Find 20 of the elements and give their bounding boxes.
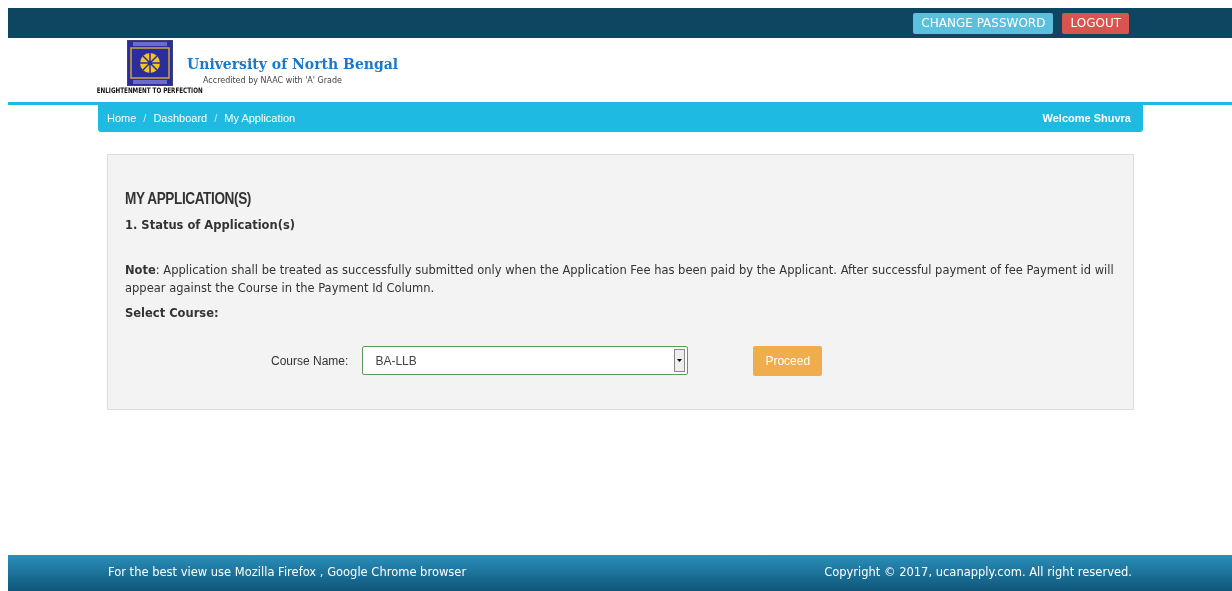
section-heading: 1. Status of Application(s) (125, 217, 297, 235)
accreditation-text: Accredited by NAAC with 'A' Grade (203, 75, 343, 87)
breadcrumb-separator: / (143, 111, 147, 127)
university-emblem-icon (127, 40, 173, 86)
welcome-text: Welcome Shuvra (1042, 111, 1131, 127)
breadcrumb-link[interactable]: My Application (224, 110, 296, 127)
course-select[interactable]: BA-LLB (362, 346, 689, 376)
breadcrumb-link[interactable]: Home (107, 110, 137, 127)
select-heading: Select Course: (125, 304, 220, 322)
logout-button[interactable]: LOGOUT (1062, 12, 1129, 34)
page-title: MY APPLICATION(S) (125, 189, 252, 210)
breadcrumb-link[interactable]: Dashboard (153, 110, 208, 127)
university-name: University of North Bengal (187, 55, 399, 74)
copyright-text: Copyright © 2017, ucanapply.com. All right reserved. (824, 564, 1132, 582)
change-password-button[interactable]: CHANGE PASSWORD (913, 12, 1054, 34)
course-name-label: Course Name: (271, 352, 349, 370)
breadcrumb-separator: / (214, 111, 218, 127)
note-text: Note: Application shall be treated as successfully submitted only when the Application Fee has been paid by the Applicant. After successful payment of fee Payment id will appear against the Course in the Payment Id Column. (125, 261, 1115, 297)
proceed-button[interactable]: Proceed (753, 345, 823, 376)
browser-recommendation: For the best view use Mozilla Firefox , Google Chrome browser (108, 564, 467, 582)
